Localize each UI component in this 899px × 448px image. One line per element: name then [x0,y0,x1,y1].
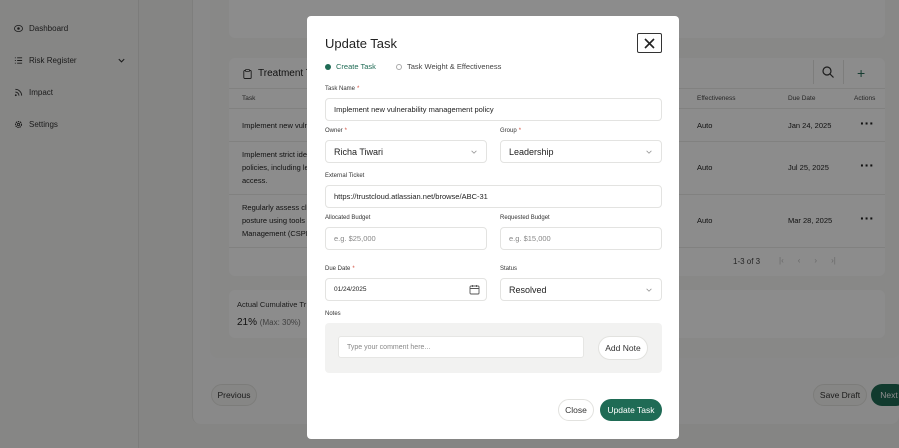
update-task-modal: Update Task Create Task Task Weight & Ef… [307,16,679,439]
comment-input[interactable]: Type your comment here... [338,336,584,358]
step-label: Create Task [336,62,376,71]
status-value: Resolved [509,284,547,295]
group-select[interactable]: Leadership [500,140,662,163]
task-name-label: Task Name * [325,86,360,92]
allocated-budget-label: Allocated Budget [325,215,371,221]
group-label: Group * [500,128,522,134]
close-icon [644,37,655,49]
chevron-down-icon [646,288,652,292]
external-ticket-input[interactable]: https://trustcloud.atlassian.net/browse/… [325,185,662,208]
group-value: Leadership [509,146,554,157]
close-button[interactable] [637,33,662,53]
close-modal-button[interactable]: Close [558,399,594,421]
add-note-button[interactable]: Add Note [598,336,648,360]
external-ticket-label: External Ticket [325,173,365,179]
due-date-value: 01/24/2025 [334,286,367,293]
allocated-budget-input[interactable]: e.g. $25,000 [325,227,487,250]
step-weight[interactable]: Task Weight & Effectiveness [396,62,501,71]
owner-select[interactable]: Richa Tiwari [325,140,487,163]
step-inactive-dot [396,63,402,70]
step-active-dot [325,63,331,70]
update-task-button[interactable]: Update Task [600,399,662,421]
due-date-input[interactable]: 01/24/2025 [325,278,487,301]
requested-budget-label: Requested Budget [500,215,550,221]
chevron-down-icon [646,150,652,154]
modal-title: Update Task [325,36,398,51]
task-name-input[interactable]: Implement new vulnerability management p… [325,98,662,121]
chevron-down-icon [471,150,477,154]
step-create-task[interactable]: Create Task [325,62,376,71]
status-select[interactable]: Resolved [500,278,662,301]
calendar-icon[interactable] [469,284,480,295]
due-date-label: Due Date * [325,266,355,272]
step-label: Task Weight & Effectiveness [407,62,502,71]
notes-area: Type your comment here... Add Note [325,323,662,373]
owner-label: Owner * [325,128,348,134]
status-label: Status [500,266,518,272]
owner-value: Richa Tiwari [334,146,384,157]
notes-label: Notes [325,311,341,317]
requested-budget-input[interactable]: e.g. $15,000 [500,227,662,250]
